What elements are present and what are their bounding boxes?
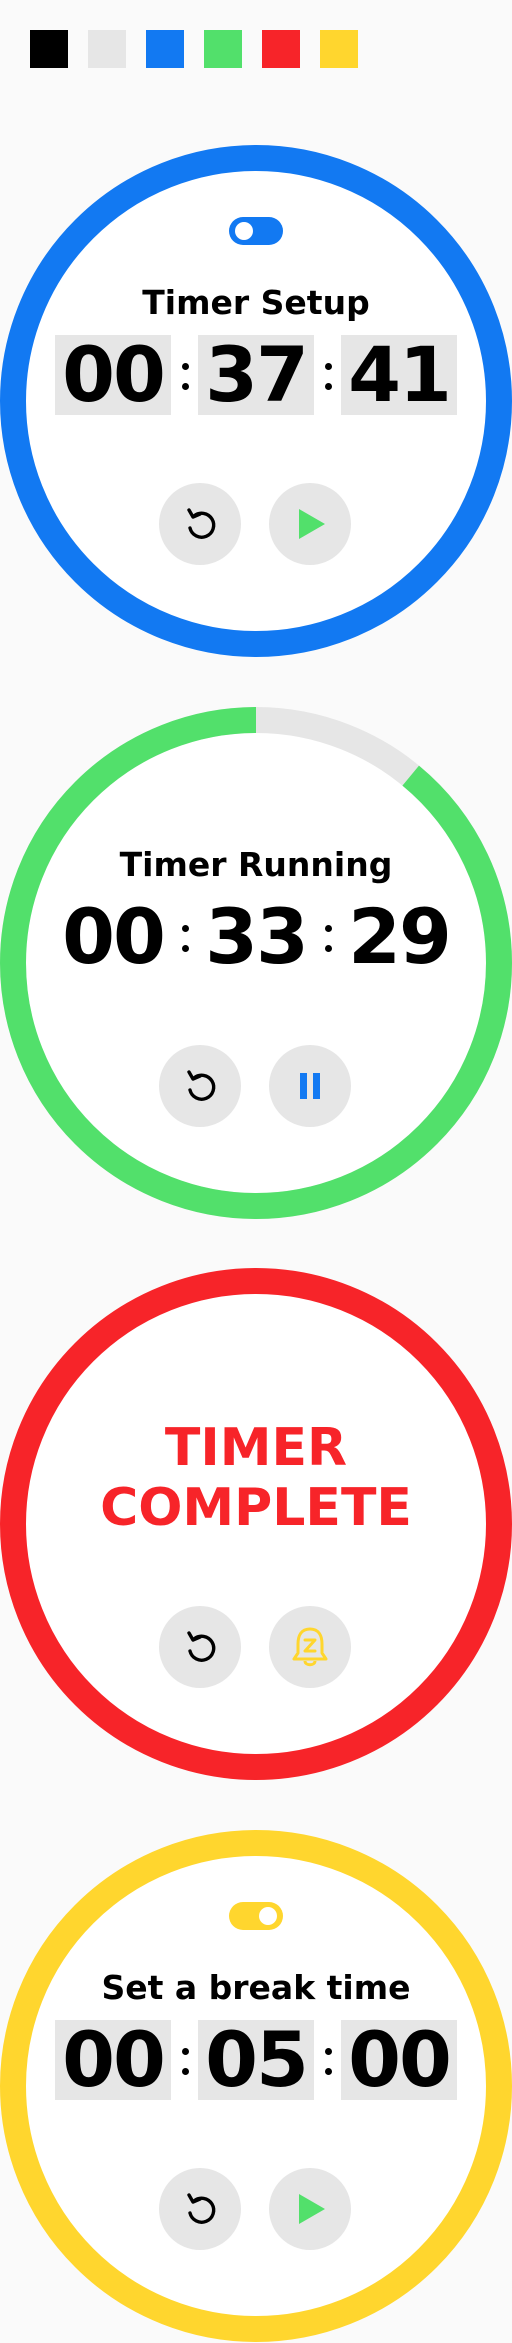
seconds-field[interactable]: 00 [341, 2020, 457, 2100]
pause-icon [300, 1073, 320, 1099]
minutes-field[interactable]: 37 [198, 335, 314, 415]
screen-title: Timer Running [119, 845, 393, 884]
time-separator [324, 897, 332, 977]
time-separator [181, 2020, 189, 2100]
pause-button[interactable] [269, 1045, 351, 1127]
swatch-black [30, 30, 68, 68]
complete-line-2: COMPLETE [100, 1478, 412, 1538]
snooze-button[interactable] [269, 1606, 351, 1688]
time-display: 00 37 41 [55, 335, 457, 415]
reset-button[interactable] [159, 2168, 241, 2250]
swatch-light-gray [88, 30, 126, 68]
minutes-field[interactable]: 05 [198, 2020, 314, 2100]
swatch-green [204, 30, 242, 68]
start-button[interactable] [269, 483, 351, 565]
hours-value: 00 [62, 892, 166, 981]
snooze-bell-icon [292, 1627, 328, 1667]
mode-toggle[interactable] [229, 217, 283, 245]
reset-icon [187, 1631, 216, 1662]
swatch-yellow [320, 30, 358, 68]
time-display: 00 05 00 [55, 2020, 457, 2100]
play-icon [299, 2194, 325, 2224]
swatch-red [262, 30, 300, 68]
toggle-knob [235, 222, 253, 240]
reset-button[interactable] [159, 1045, 241, 1127]
break-setup-screen: Set a break time 00 05 00 [0, 1830, 512, 2342]
minutes-value: 33 [205, 892, 309, 981]
timer-running-screen: Timer Running 00 33 29 [0, 707, 512, 1219]
color-palette [30, 30, 358, 68]
reset-icon [187, 508, 216, 539]
reset-button[interactable] [159, 1606, 241, 1688]
hours-field[interactable]: 00 [55, 2020, 171, 2100]
swatch-blue [146, 30, 184, 68]
time-separator [181, 335, 189, 415]
hours-field[interactable]: 00 [55, 335, 171, 415]
complete-line-1: TIMER [164, 1418, 348, 1478]
play-icon [299, 509, 325, 539]
reset-button[interactable] [159, 483, 241, 565]
time-separator [181, 897, 189, 977]
reset-icon [187, 1070, 216, 1101]
timer-setup-screen: Timer Setup 00 37 41 [0, 145, 512, 657]
time-separator [324, 2020, 332, 2100]
seconds-field[interactable]: 41 [341, 335, 457, 415]
toggle-knob [259, 1907, 277, 1925]
seconds-value: 29 [348, 892, 452, 981]
mode-toggle[interactable] [229, 1902, 283, 1930]
screen-title: Set a break time [101, 1968, 411, 2007]
start-button[interactable] [269, 2168, 351, 2250]
reset-icon [187, 2193, 216, 2224]
time-separator [324, 335, 332, 415]
screen-title: Timer Setup [142, 283, 370, 322]
time-display: 00 33 29 [55, 897, 457, 977]
timer-complete-screen: TIMER COMPLETE [0, 1268, 512, 1780]
